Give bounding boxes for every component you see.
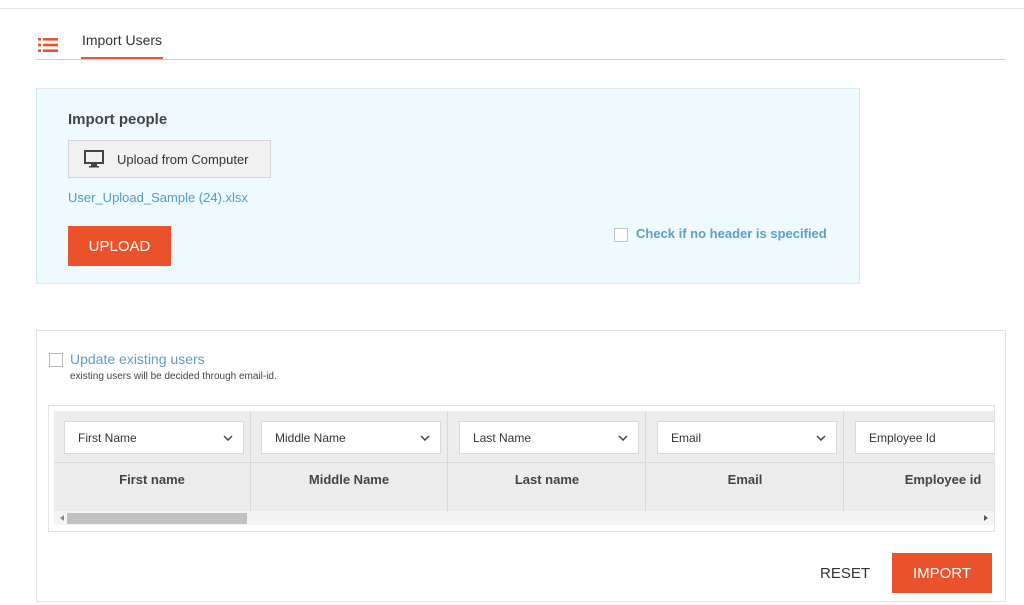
tab-import-users[interactable]: Import Users: [81, 26, 163, 59]
column-select[interactable]: Last Name: [459, 421, 639, 454]
column-mapping-panel: Update existing users existing users wil…: [36, 330, 1006, 602]
column-header: First name: [119, 472, 185, 487]
column-select-value: Middle Name: [275, 430, 346, 445]
column-select-value: Last Name: [473, 430, 532, 445]
column-select-value: First Name: [78, 430, 137, 445]
upload-from-computer-label: Upload from Computer: [117, 151, 249, 167]
update-existing-label[interactable]: Update existing users: [70, 351, 205, 367]
update-existing-checkbox[interactable]: [49, 353, 63, 367]
horizontal-scrollbar[interactable]: [54, 511, 994, 525]
column-select[interactable]: Middle Name: [261, 421, 441, 454]
column-select[interactable]: First Name: [64, 421, 244, 454]
scroll-right-arrow-icon[interactable]: [984, 515, 988, 521]
import-button[interactable]: IMPORT: [892, 553, 992, 593]
chevron-down-icon: [420, 434, 430, 441]
selected-file-link[interactable]: User_Upload_Sample (24).xlsx: [68, 190, 248, 205]
column-select-value: Employee Id: [869, 430, 936, 445]
column-header: Last name: [514, 472, 580, 487]
update-existing-help: existing users will be decided through e…: [70, 371, 277, 382]
mapping-grid-body[interactable]: First Name First name Middle Name Middle…: [54, 411, 994, 511]
scrollbar-thumb[interactable]: [67, 513, 247, 524]
upload-from-computer-button[interactable]: Upload from Computer: [68, 140, 271, 178]
list-icon[interactable]: [38, 38, 58, 52]
chevron-down-icon: [618, 434, 628, 441]
mapping-column: Email Email: [647, 411, 844, 511]
import-people-panel: Import people Upload from Computer User_…: [36, 88, 860, 284]
top-divider: [0, 8, 1024, 9]
import-people-title: Import people: [68, 111, 168, 128]
reset-button[interactable]: RESET: [820, 565, 870, 582]
column-header: Email: [727, 472, 763, 487]
chevron-down-icon: [223, 434, 233, 441]
mapping-grid: First Name First name Middle Name Middle…: [48, 405, 995, 532]
column-header: Middle Name: [308, 472, 390, 487]
monitor-icon: [84, 150, 104, 168]
column-select[interactable]: Employee Id: [855, 421, 994, 454]
mapping-column: Last Name Last name: [449, 411, 646, 511]
no-header-label[interactable]: Check if no header is specified: [636, 226, 827, 241]
tab-bar: Import Users: [36, 26, 1006, 60]
scroll-left-arrow-icon[interactable]: [60, 515, 64, 521]
mapping-column: First Name First name: [54, 411, 251, 511]
column-select[interactable]: Email: [657, 421, 837, 454]
chevron-down-icon: [816, 434, 826, 441]
column-select-value: Email: [671, 430, 702, 445]
upload-button[interactable]: UPLOAD: [68, 226, 171, 266]
mapping-column: Employee Id Employee id: [845, 411, 994, 511]
no-header-checkbox[interactable]: [614, 228, 628, 242]
column-header: Employee id: [904, 472, 982, 487]
mapping-column: Middle Name Middle Name: [251, 411, 448, 511]
